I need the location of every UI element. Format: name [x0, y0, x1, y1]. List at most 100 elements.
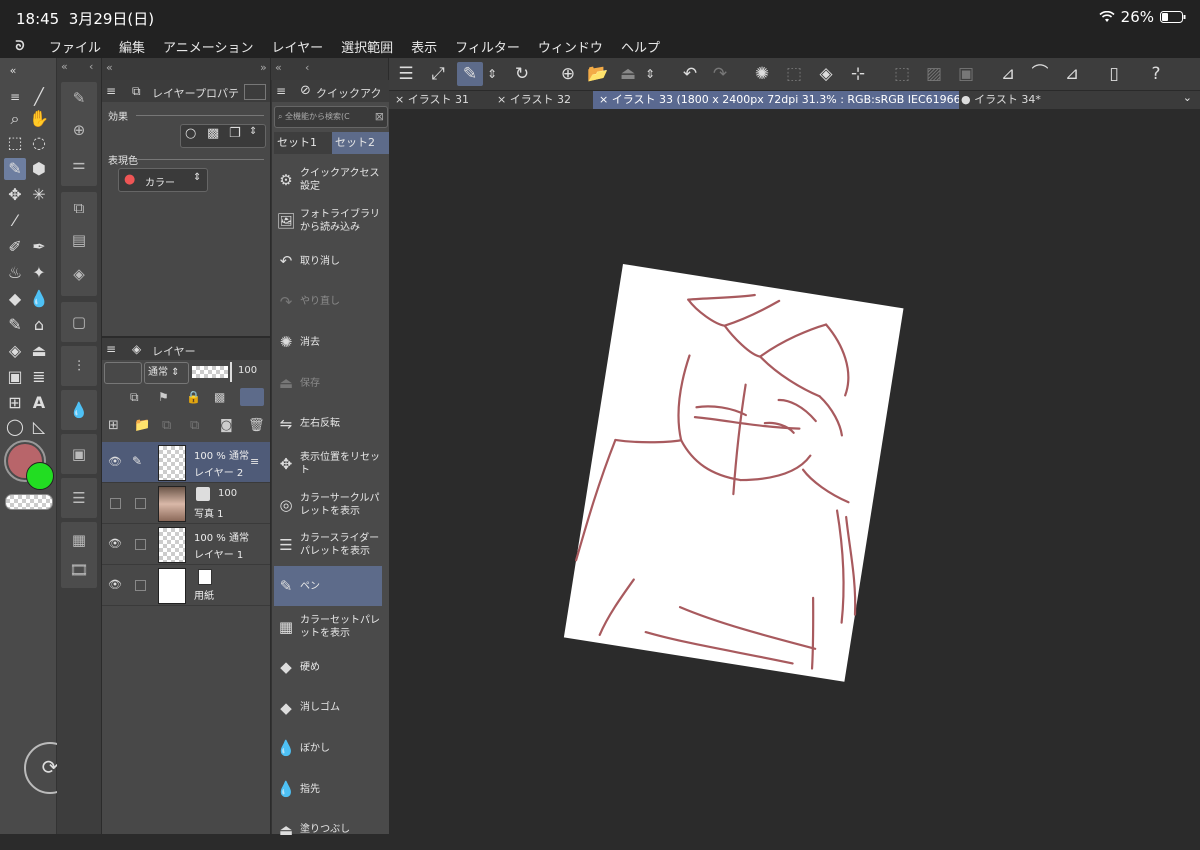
subtool-info-icon[interactable]: ▤: [67, 228, 91, 252]
menu-animation[interactable]: アニメーション: [154, 37, 262, 56]
menu-layer[interactable]: レイヤー: [263, 37, 333, 56]
ruler-icon[interactable]: ◺: [28, 416, 50, 438]
subtool-layer-props-icon[interactable]: ⧉: [67, 196, 91, 220]
quick-access-item[interactable]: ⏏ 塗りつぶし: [274, 810, 382, 850]
quick-menu-icon[interactable]: ≡: [276, 84, 286, 98]
reference-layer-icon[interactable]: ⚑: [158, 390, 169, 404]
quick-access-item[interactable]: 💧 指先: [274, 769, 382, 809]
layer-row[interactable]: 👁 100 % 通常 レイヤー 1: [102, 524, 270, 565]
paint-bucket-icon[interactable]: ◈: [4, 340, 26, 362]
app-logo-icon[interactable]: ᘐ: [0, 39, 40, 54]
subtool-list-icon[interactable]: ☰: [67, 486, 91, 510]
layer-property-tab-icon[interactable]: ⧉: [132, 84, 141, 99]
layer-color-select[interactable]: [104, 362, 142, 384]
set-tab-1[interactable]: セット1: [274, 132, 333, 154]
collapse-panel-icon[interactable]: «: [106, 61, 113, 74]
airbrush-icon[interactable]: ♨: [4, 262, 26, 284]
selection-layer-icon[interactable]: ▣: [953, 62, 979, 86]
quick-access-item[interactable]: 🖼 フォトライブラリから読み込み: [274, 201, 382, 241]
blend-icon[interactable]: 💧: [28, 288, 50, 310]
layer-property-tab[interactable]: レイヤープロパテ: [152, 85, 239, 101]
subtool-layers-icon[interactable]: ◈: [67, 262, 91, 286]
opacity-slider-knob[interactable]: [230, 362, 232, 382]
effect-tone-icon[interactable]: ▩: [207, 126, 219, 141]
delete-layer-icon[interactable]: 🗑: [248, 418, 265, 433]
gradient-icon[interactable]: ▣: [4, 366, 26, 388]
sub-color-swatch[interactable]: [26, 462, 54, 490]
quick-access-item[interactable]: ↷ やり直し: [274, 282, 382, 322]
tab-list-chevron-icon[interactable]: ⌄: [1183, 91, 1192, 104]
fill-selection-icon[interactable]: ◈: [813, 62, 839, 86]
magic-wand-icon[interactable]: ✳: [28, 184, 50, 206]
marker-icon[interactable]: ✒: [28, 236, 50, 258]
invert-selection-icon[interactable]: ▨: [921, 62, 947, 86]
save-disabled-icon[interactable]: ⏏: [615, 62, 641, 86]
help-icon[interactable]: ?: [1143, 62, 1169, 86]
eye-icon[interactable]: 👁: [108, 455, 122, 468]
brush-icon[interactable]: ╱: [28, 86, 50, 108]
collapse-quick-icon[interactable]: «: [275, 61, 282, 74]
panel-menu-icon[interactable]: ≡: [106, 84, 116, 98]
tab-illust-31[interactable]: × イラスト 31: [389, 91, 495, 109]
transparent-color-swatch[interactable]: [5, 494, 53, 510]
visibility-checkbox[interactable]: [110, 498, 121, 509]
subtool-film-icon[interactable]: 🎞: [67, 558, 91, 582]
eye-icon[interactable]: 👁: [108, 537, 122, 550]
hand-icon[interactable]: ✋: [28, 108, 50, 130]
frame-icon[interactable]: ⊞: [4, 392, 26, 414]
grid-snap-icon[interactable]: ⊿: [1059, 62, 1085, 86]
eye-icon[interactable]: 👁: [108, 578, 122, 591]
clip-layer-icon[interactable]: ⧉: [130, 390, 139, 405]
eraser-tool-icon[interactable]: ◆: [4, 288, 26, 310]
lock-checkbox[interactable]: [135, 539, 146, 550]
fill-pen-icon[interactable]: ✎: [4, 314, 26, 336]
subtool-timeline-icon[interactable]: ▦: [67, 528, 91, 552]
menu-view[interactable]: 表示: [402, 37, 446, 56]
eyedropper-icon[interactable]: ⁄: [4, 210, 26, 232]
lock-alpha-icon[interactable]: ▩: [214, 390, 225, 404]
ruler-snap-icon[interactable]: ⊿: [995, 62, 1021, 86]
mask-enable-icon[interactable]: [240, 388, 264, 406]
menu-file[interactable]: ファイル: [40, 37, 110, 56]
layer-tab[interactable]: レイヤー: [152, 343, 196, 359]
new-raster-layer-icon[interactable]: ⊞: [108, 418, 119, 433]
object-select-icon[interactable]: ⬢: [28, 158, 50, 180]
fill-brush-icon[interactable]: ⌂: [28, 314, 50, 336]
opacity-value[interactable]: 100: [238, 365, 257, 376]
quick-access-item[interactable]: ↶ 取り消し: [274, 241, 382, 281]
property-tab2-icon[interactable]: [244, 84, 266, 100]
edit-mode-icon[interactable]: ✎: [457, 62, 483, 86]
subtool-drops-icon[interactable]: 💧: [67, 398, 91, 422]
set-tab-2[interactable]: セット2: [332, 132, 389, 154]
chevron-left-icon[interactable]: ‹: [305, 61, 309, 74]
text-icon[interactable]: A: [28, 392, 50, 414]
figure-icon[interactable]: ≣: [28, 366, 50, 388]
lock-checkbox[interactable]: [135, 580, 146, 591]
redo-icon[interactable]: ↷: [707, 62, 733, 86]
tab-illust-34[interactable]: ● イラスト 34*: [955, 91, 1071, 109]
collapse-subtool-icon[interactable]: «: [61, 60, 68, 73]
lock-icon[interactable]: 🔒: [186, 390, 201, 404]
layer-row[interactable]: 👁 ✎ 100 % 通常 レイヤー 2 ≡: [102, 442, 270, 483]
subtool-adjust-icon[interactable]: ⫶: [67, 354, 91, 378]
menu-edit[interactable]: 編集: [110, 37, 154, 56]
quick-access-item[interactable]: ▦ カラーセットパレットを表示: [274, 607, 382, 647]
effect-layer-color-icon[interactable]: ❐: [229, 126, 241, 141]
quick-access-item[interactable]: 💧 ぼかし: [274, 728, 382, 768]
collapse-left-icon[interactable]: «: [2, 60, 24, 82]
hamburger-menu-icon[interactable]: ☰: [393, 62, 419, 86]
menu-filter[interactable]: フィルター: [446, 37, 529, 56]
fill-icon[interactable]: ⏏: [28, 340, 50, 362]
color-mode-select[interactable]: ● カラー ⇕: [118, 168, 208, 192]
quick-access-item[interactable]: ⇋ 左右反転: [274, 404, 382, 444]
quick-access-item[interactable]: ✺ 消去: [274, 322, 382, 362]
zoom-icon[interactable]: ⌕: [4, 108, 26, 130]
pen-tool-icon[interactable]: ✎: [4, 158, 26, 180]
menu-window[interactable]: ウィンドウ: [529, 37, 612, 56]
quick-access-item[interactable]: ⚙ クイックアクセス設定: [274, 160, 382, 200]
subtool-frame-icon[interactable]: ▣: [67, 442, 91, 466]
layer-row[interactable]: 👁 用紙: [102, 565, 270, 606]
opacity-slider[interactable]: [192, 366, 228, 378]
quick-access-tab[interactable]: クイックアク: [316, 85, 381, 101]
undo-icon[interactable]: ↶: [677, 62, 703, 86]
